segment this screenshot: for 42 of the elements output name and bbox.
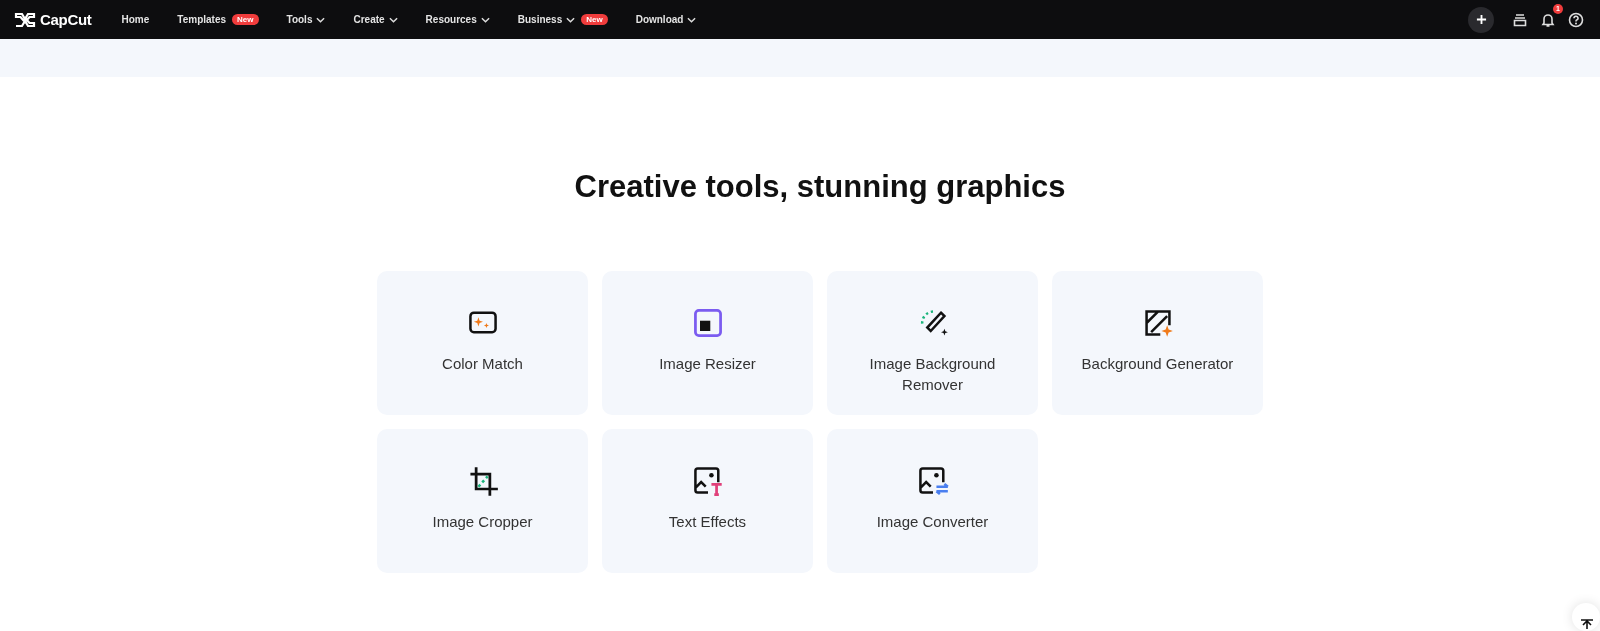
new-badge: New: [232, 14, 259, 25]
caret-icon[interactable]: [388, 16, 398, 23]
tool-label: Color Match: [442, 354, 523, 374]
caret-icon[interactable]: [687, 16, 697, 23]
logo[interactable]: CapCut: [14, 11, 92, 28]
new-badge: New: [581, 14, 608, 25]
caret-icon[interactable]: [480, 16, 490, 23]
tool-card[interactable]: Image Resizer: [602, 271, 813, 415]
section-heading: Creative tools, stunning graphics: [574, 168, 1066, 206]
notification-bell-icon[interactable]: [1540, 11, 1556, 28]
nav-link[interactable]: Download: [635, 14, 684, 25]
create-button[interactable]: [1468, 6, 1494, 33]
tool-label: Image Converter: [876, 512, 989, 532]
image-text-icon: [691, 465, 724, 497]
tool-card[interactable]: Image Converter: [827, 429, 1038, 573]
tool-card[interactable]: Background Generator: [1052, 271, 1263, 415]
tool-card[interactable]: Text Effects: [602, 429, 813, 573]
tool-label: Background Generator: [1081, 354, 1234, 374]
caret-icon[interactable]: [316, 16, 326, 23]
tool-card[interactable]: Image Cropper: [377, 429, 588, 573]
nav-link[interactable]: Home: [121, 14, 150, 25]
resize-square-icon: [691, 307, 724, 339]
back-to-top-button[interactable]: [1572, 603, 1600, 631]
logo-icon: [14, 11, 36, 28]
nav-link[interactable]: Tools: [286, 14, 313, 25]
tool-label: Image Resizer: [659, 354, 756, 374]
nav-link[interactable]: Business: [517, 14, 563, 25]
image-convert-icon: [916, 465, 949, 497]
tool-label: Image Cropper: [432, 512, 533, 532]
tool-label: Text Effects: [668, 512, 747, 532]
help-icon[interactable]: [1568, 11, 1584, 28]
caret-icon[interactable]: [566, 16, 576, 23]
tool-label: Image Background Remover: [868, 354, 997, 395]
nav-link[interactable]: Resources: [425, 14, 477, 25]
stack-icon[interactable]: [1512, 11, 1528, 28]
tool-card[interactable]: Color Match: [377, 271, 588, 415]
nav-link[interactable]: Create: [353, 14, 385, 25]
tool-card[interactable]: Image Background Remover: [827, 271, 1038, 415]
nav-link[interactable]: Templates: [177, 14, 227, 25]
logo-text: CapCut: [40, 11, 92, 28]
arrow-up-icon: [1580, 619, 1594, 629]
plus-icon: [1475, 14, 1487, 25]
